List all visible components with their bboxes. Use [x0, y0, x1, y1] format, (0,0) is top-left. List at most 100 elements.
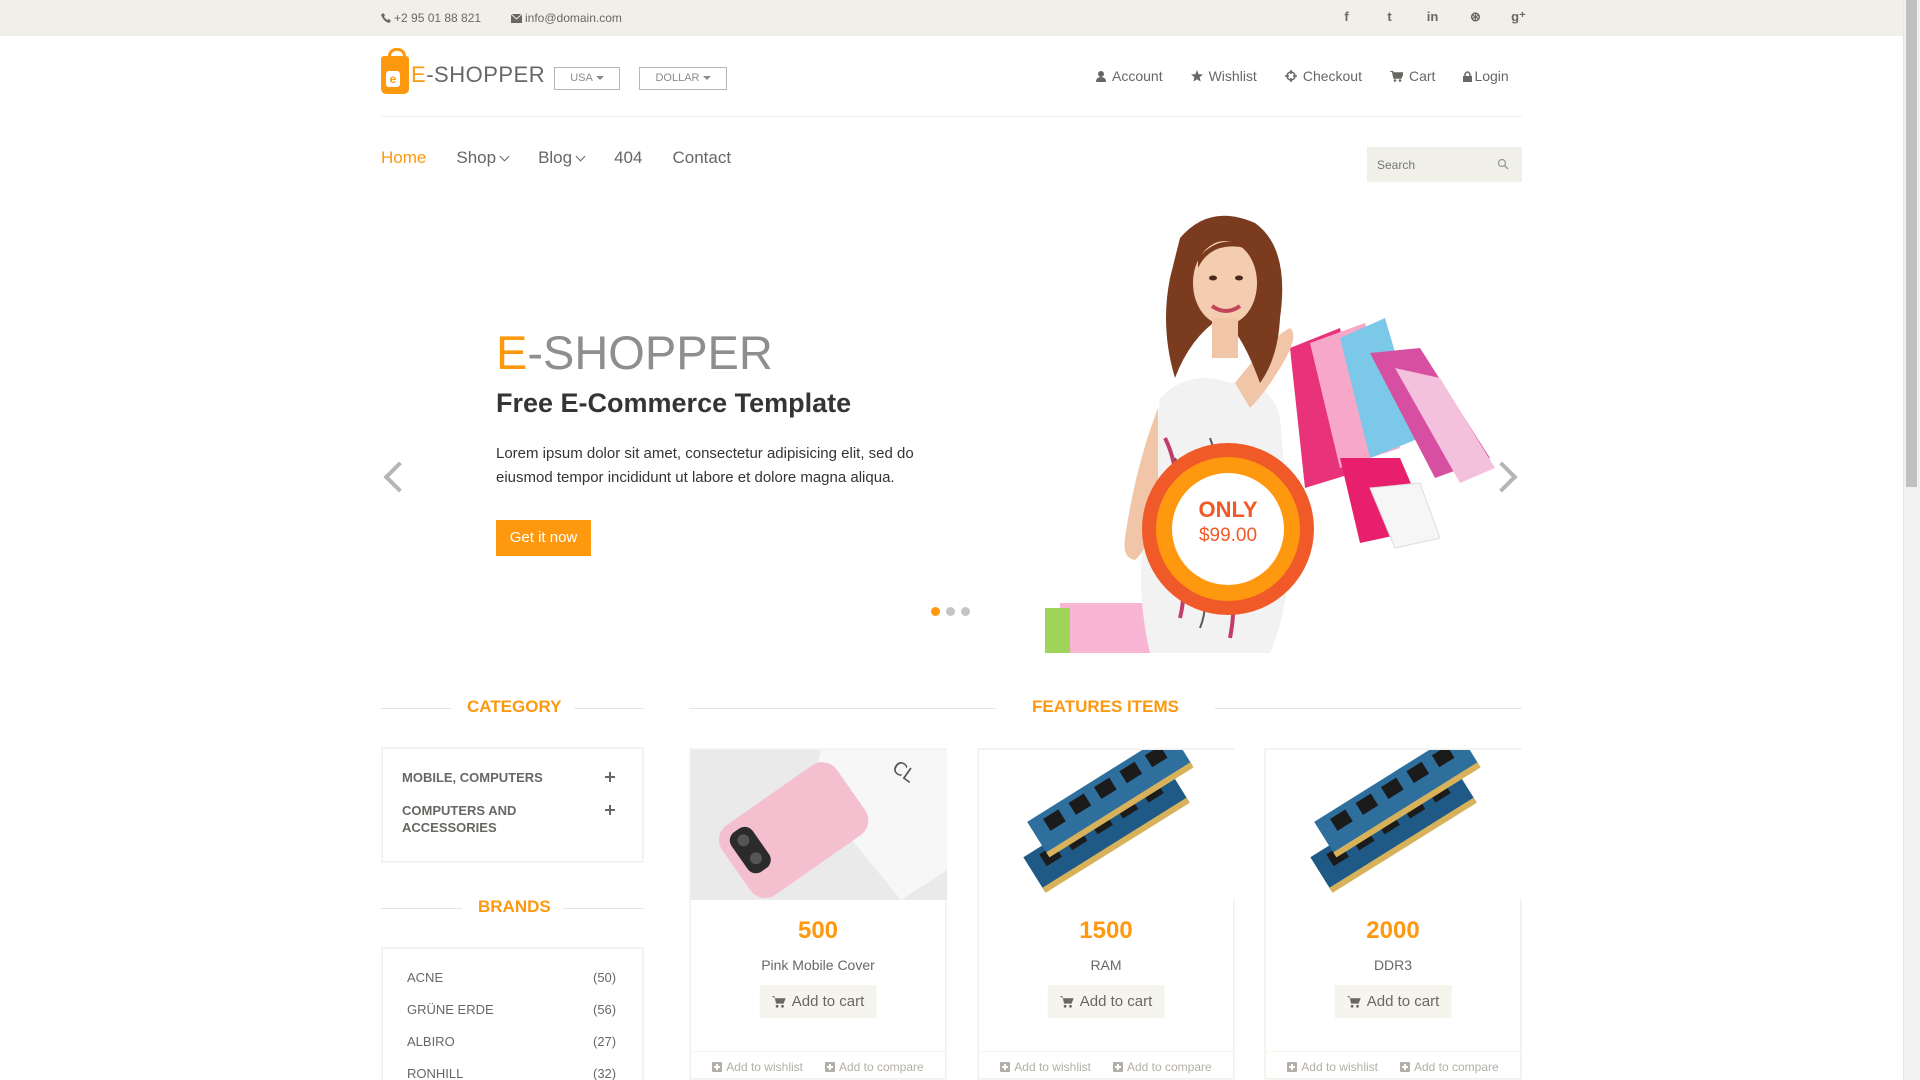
brand-name[interactable]: RONHILL: [407, 1066, 463, 1080]
cart-icon: [1059, 995, 1074, 1008]
add-to-cart-label: Add to cart: [1079, 993, 1153, 1010]
logo-text-accent: E: [411, 62, 427, 87]
phone-link[interactable]: +2 95 01 88 821: [381, 11, 481, 25]
crosshairs-icon: [1284, 70, 1297, 82]
add-to-cart-label: Add to cart: [1366, 993, 1440, 1010]
get-it-now-button[interactable]: Get it now: [496, 520, 591, 556]
add-to-compare-link[interactable]: Add to compare: [1112, 1060, 1212, 1074]
add-to-wishlist-label: Add to wishlist: [726, 1059, 803, 1074]
product-name: DDR3: [1373, 957, 1413, 973]
add-to-wishlist-link[interactable]: Add to wishlist: [712, 1060, 803, 1074]
login-link[interactable]: Login: [1463, 68, 1509, 84]
plus-square-icon: [1112, 1061, 1123, 1072]
slider-dots: [931, 607, 970, 616]
chevron-down-icon: [575, 151, 586, 161]
dribbble-icon[interactable]: ⊛: [1454, 9, 1497, 25]
account-link[interactable]: Account: [1096, 68, 1163, 84]
product-price: 500: [797, 917, 839, 944]
product-card: CL 500 Pink Mobile Cover Add to cart Add…: [689, 748, 947, 1080]
country-label: USA: [570, 72, 593, 84]
add-to-cart-button[interactable]: Add to cart: [1047, 985, 1165, 1018]
price-badge-amount: $99.00: [1198, 525, 1258, 546]
logo[interactable]: e E-SHOPPER: [381, 48, 545, 94]
cart-icon: [1389, 70, 1403, 82]
nav-contact-label: Contact: [672, 148, 732, 167]
slider-dot[interactable]: [931, 607, 940, 616]
currency-dropdown[interactable]: DOLLAR: [639, 67, 727, 90]
add-to-compare-link[interactable]: Add to compare: [824, 1059, 924, 1074]
shopping-bag-icon: e: [381, 48, 409, 94]
plus-square-icon: [712, 1061, 723, 1072]
product-image[interactable]: CL: [691, 750, 947, 900]
product-image[interactable]: [979, 750, 1235, 900]
login-label: Login: [1474, 68, 1509, 84]
slide-brand-rest: -SHOPPER: [527, 326, 773, 379]
category-title: CATEGORY: [451, 697, 574, 717]
wishlist-link[interactable]: Wishlist: [1190, 68, 1257, 84]
page: +2 95 01 88 821 info@domain.com f t in ⊛…: [0, 0, 1920, 1080]
twitter-icon[interactable]: t: [1368, 9, 1411, 25]
slider-dot[interactable]: [946, 607, 955, 616]
plus-icon[interactable]: [605, 805, 615, 815]
add-to-wishlist-link[interactable]: Add to wishlist: [1287, 1060, 1378, 1074]
phone-number: +2 95 01 88 821: [394, 11, 482, 25]
caret-down-icon: [702, 76, 711, 81]
slider-dot[interactable]: [961, 607, 970, 616]
category-item[interactable]: COMPUTERS AND ACCESSORIES: [402, 802, 552, 836]
caret-down-icon: [595, 76, 604, 81]
nav-404[interactable]: 404: [614, 148, 642, 168]
cart-icon: [771, 995, 786, 1008]
add-to-wishlist-link[interactable]: Add to wishlist: [1000, 1060, 1091, 1074]
product-card-footer: Add to wishlist Add to compare: [690, 1051, 946, 1080]
product-name: RAM: [1090, 957, 1122, 973]
country-dropdown[interactable]: USA: [554, 67, 620, 90]
checkout-link[interactable]: Checkout: [1284, 68, 1362, 84]
email-link[interactable]: info@domain.com: [511, 11, 622, 25]
add-to-compare-label: Add to compare: [838, 1059, 924, 1074]
brands-title: BRANDS: [462, 897, 563, 917]
linkedin-icon[interactable]: in: [1411, 9, 1454, 25]
product-price: 1500: [1079, 917, 1133, 944]
slider-next-arrow-icon[interactable]: [1497, 456, 1519, 496]
add-to-cart-button[interactable]: Add to cart: [1334, 985, 1452, 1018]
product-card-footer: Add to wishlist Add to compare: [1265, 1051, 1521, 1080]
main-nav: Home Shop Blog 404 Contact: [381, 148, 761, 168]
slider-prev-arrow-icon[interactable]: [382, 456, 404, 496]
cart-label: Cart: [1408, 68, 1436, 84]
brand-name[interactable]: ALBIRO: [407, 1034, 455, 1049]
facebook-icon[interactable]: f: [1325, 9, 1368, 25]
product-card: 2000 DDR3 Add to cart Add to wishlist Ad…: [1264, 748, 1522, 1080]
google-plus-icon[interactable]: g⁺: [1497, 9, 1540, 25]
nav-blog-label: Blog: [538, 148, 573, 167]
brand-name[interactable]: ACNE: [407, 970, 443, 985]
nav-shop[interactable]: Shop: [456, 148, 510, 168]
wishlist-label: Wishlist: [1208, 68, 1257, 84]
search-icon[interactable]: [1497, 158, 1509, 170]
add-to-cart-button[interactable]: Add to cart: [759, 985, 877, 1018]
envelope-icon: [511, 13, 522, 23]
product-image[interactable]: [1266, 750, 1522, 900]
nav-home[interactable]: Home: [381, 148, 426, 168]
brand-name[interactable]: GRÜNE ERDE: [407, 1002, 494, 1017]
nav-blog[interactable]: Blog: [538, 148, 586, 168]
social-links: f t in ⊛ g⁺: [1325, 9, 1540, 25]
page-scrollbar[interactable]: [1903, 0, 1920, 1080]
cart-icon: [1346, 995, 1361, 1008]
plus-icon[interactable]: [605, 772, 615, 782]
cart-link[interactable]: Cart: [1389, 68, 1436, 84]
scrollbar-thumb[interactable]: [1906, 0, 1917, 487]
price-badge-inner: ONLY $99.00: [1172, 473, 1284, 585]
brand-count: (32): [593, 1066, 617, 1080]
category-item[interactable]: MOBILE, COMPUTERS: [402, 769, 543, 786]
product-card: 1500 RAM Add to cart Add to wishlist Add…: [977, 748, 1235, 1080]
add-to-compare-label: Add to compare: [1413, 1059, 1499, 1074]
top-bar: +2 95 01 88 821 info@domain.com f t in ⊛…: [0, 0, 1903, 36]
nav-shop-label: Shop: [456, 148, 497, 167]
account-label: Account: [1112, 68, 1163, 84]
nav-contact[interactable]: Contact: [672, 148, 731, 168]
user-icon: [1096, 70, 1106, 82]
product-name: Pink Mobile Cover: [761, 957, 875, 973]
plus-square-icon: [824, 1061, 835, 1072]
checkout-label: Checkout: [1302, 68, 1362, 84]
add-to-compare-link[interactable]: Add to compare: [1399, 1059, 1499, 1074]
